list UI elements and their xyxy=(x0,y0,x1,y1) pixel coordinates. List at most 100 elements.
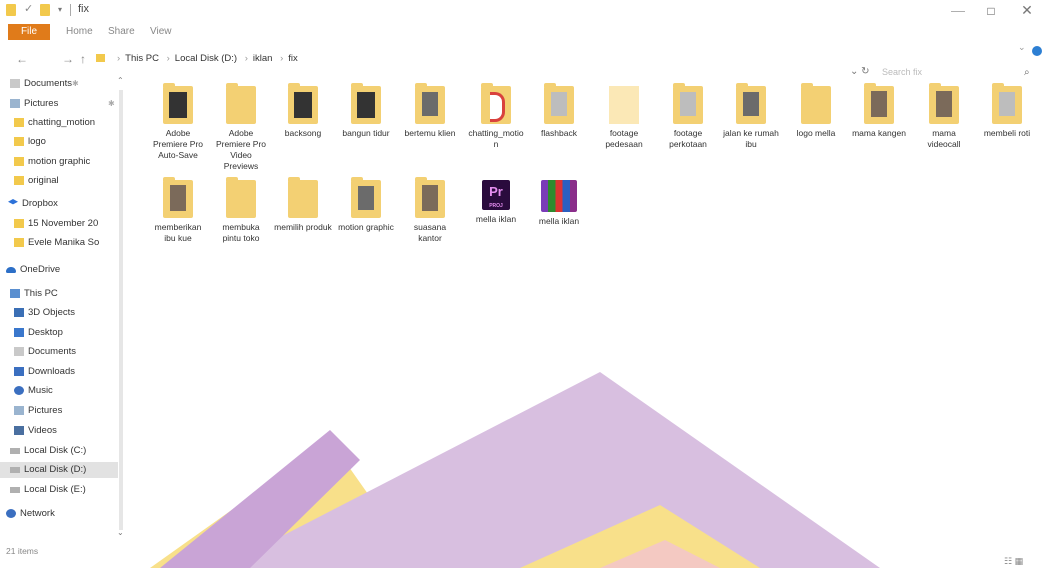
file-item[interactable]: chatting_motion xyxy=(467,83,525,150)
file-name: chatting_motion xyxy=(468,128,524,149)
up-button[interactable]: ↑ xyxy=(80,52,86,66)
tab-home[interactable]: Home xyxy=(66,26,93,37)
folder-icon xyxy=(351,177,381,218)
new-folder-icon[interactable] xyxy=(40,4,50,16)
file-name: bangun tidur xyxy=(342,128,390,138)
file-item[interactable]: membeli roti xyxy=(978,83,1036,139)
file-item[interactable]: bertemu klien xyxy=(401,83,459,139)
file-item[interactable]: membuka pintu toko xyxy=(212,177,270,244)
file-item[interactable]: memberikan ibu kue xyxy=(149,177,207,244)
scrollbar-thumb[interactable] xyxy=(119,90,123,530)
help-icon[interactable] xyxy=(1032,46,1042,56)
sidebar-item[interactable]: Documents xyxy=(0,344,118,360)
folder-icon xyxy=(415,177,445,218)
file-item[interactable]: footage pedesaan xyxy=(595,86,653,150)
sidebar-item[interactable]: Music xyxy=(0,383,118,399)
sidebar-item-label: Desktop xyxy=(28,327,63,338)
file-item[interactable]: Pr PROJ mella iklan xyxy=(467,180,525,225)
file-item[interactable]: flashback xyxy=(530,83,588,139)
file-name: jalan ke rumah ibu xyxy=(723,128,779,149)
forward-button[interactable]: → xyxy=(62,52,74,66)
back-button[interactable]: ← xyxy=(16,52,28,66)
network-icon xyxy=(6,509,16,518)
sidebar-item-label: original xyxy=(28,175,59,186)
sidebar-item[interactable]: OneDrive xyxy=(0,262,118,278)
sidebar-item[interactable]: Videos xyxy=(0,423,118,439)
file-item[interactable]: mama videocall xyxy=(915,83,973,150)
maximize-button[interactable]: □ xyxy=(976,4,1006,18)
search-box[interactable]: ⌄ ↻ Search fix ⌕ xyxy=(850,66,1040,80)
folder-icon xyxy=(673,83,703,124)
sidebar-item[interactable]: 3D Objects xyxy=(0,305,118,321)
breadcrumb-this-pc[interactable]: This PC xyxy=(125,53,159,64)
file-item[interactable]: backsong xyxy=(274,83,332,139)
folder-icon xyxy=(14,219,24,228)
sidebar-item[interactable]: Local Disk (E:) xyxy=(0,482,118,498)
sidebar-item[interactable]: Pictures xyxy=(0,96,118,112)
sidebar-item[interactable]: Dropbox xyxy=(0,196,118,212)
file-item[interactable]: memilih produk xyxy=(274,177,332,233)
file-item[interactable]: suasana kantor xyxy=(401,177,459,244)
tab-file[interactable]: File xyxy=(8,24,50,40)
file-item[interactable]: motion graphic xyxy=(337,177,395,233)
sidebar-item[interactable]: Desktop xyxy=(0,325,118,341)
folder-icon xyxy=(14,118,24,127)
folder-icon xyxy=(14,137,24,146)
chevron-down-icon[interactable]: ⌄ xyxy=(117,528,124,537)
file-name: Adobe Premiere Pro Video Previews xyxy=(215,128,267,171)
tab-share[interactable]: Share xyxy=(108,26,135,37)
file-item[interactable]: logo mella xyxy=(787,83,845,139)
file-name: footage perkotaan xyxy=(669,128,707,149)
file-item[interactable]: mella iklan xyxy=(530,180,588,227)
file-item[interactable]: footage perkotaan xyxy=(659,83,717,150)
sidebar-item[interactable]: Documents xyxy=(0,76,118,92)
3d-objects-icon xyxy=(14,308,24,317)
chevron-up-icon[interactable]: ⌃ xyxy=(117,76,124,85)
chevron-down-icon[interactable]: ⌄ xyxy=(1018,42,1026,53)
sidebar-item[interactable]: motion graphic xyxy=(0,154,118,170)
breadcrumb-fix[interactable]: fix xyxy=(288,53,298,64)
view-toggle-icons[interactable]: ☷ ▦ xyxy=(1004,556,1023,567)
sidebar-item[interactable]: This PC xyxy=(0,286,118,302)
watermark-purple-main xyxy=(220,372,880,568)
sidebar-scrollbar[interactable]: ⌃ ⌄ xyxy=(116,76,126,537)
sidebar-item[interactable]: Local Disk (D:) xyxy=(0,462,118,478)
properties-icon[interactable]: ✓ xyxy=(24,2,33,15)
file-name: flashback xyxy=(541,128,577,138)
refresh-icon[interactable]: ⌄ ↻ xyxy=(850,66,870,77)
sidebar-item-label: Network xyxy=(20,508,55,519)
sidebar-item[interactable]: original xyxy=(0,173,118,189)
sidebar-item-label: chatting_motion xyxy=(28,117,96,128)
file-item[interactable]: jalan ke rumah ibu xyxy=(722,83,780,150)
sidebar-item[interactable]: logo xyxy=(0,134,118,150)
file-name: motion graphic xyxy=(338,222,394,232)
search-icon[interactable]: ⌕ xyxy=(1024,67,1030,78)
file-icon xyxy=(609,86,639,124)
pin-icon[interactable]: ✱ xyxy=(72,79,79,88)
file-item[interactable]: bangun tidur xyxy=(337,83,395,139)
file-item[interactable]: mama kangen xyxy=(850,83,908,139)
sidebar-item[interactable]: Pictures xyxy=(0,403,118,419)
close-button[interactable]: ✕ xyxy=(1012,2,1042,19)
file-item[interactable]: Adobe Premiere Pro Video Previews xyxy=(212,83,270,172)
sidebar-item-label: Documents xyxy=(24,78,73,89)
chevron-down-icon[interactable]: ▾ xyxy=(58,5,62,17)
tab-view[interactable]: View xyxy=(150,26,172,37)
search-input[interactable]: Search fix xyxy=(882,67,922,77)
folder-icon xyxy=(736,83,766,124)
sidebar-item[interactable]: Network xyxy=(0,506,118,522)
sidebar-item-label: Music xyxy=(28,385,53,396)
breadcrumb-iklan[interactable]: iklan xyxy=(253,53,273,64)
pin-icon[interactable]: ✱ xyxy=(108,99,115,108)
minimize-button[interactable]: — xyxy=(943,2,973,18)
watermark-yellow-left xyxy=(150,440,420,568)
sidebar-item[interactable]: Downloads xyxy=(0,364,118,380)
file-name: mama kangen xyxy=(852,128,906,138)
sidebar-item[interactable]: Evele Manika So xyxy=(0,235,118,251)
sidebar-item[interactable]: 15 November 20 xyxy=(0,216,118,232)
breadcrumb[interactable]: › This PC › Local Disk (D:) › iklan › fix xyxy=(112,53,298,64)
sidebar-item[interactable]: Local Disk (C:) xyxy=(0,443,118,459)
file-item[interactable]: Adobe Premiere Pro Auto-Save xyxy=(149,83,207,161)
sidebar-item[interactable]: chatting_motion xyxy=(0,115,118,131)
breadcrumb-local-disk-d[interactable]: Local Disk (D:) xyxy=(175,53,237,64)
